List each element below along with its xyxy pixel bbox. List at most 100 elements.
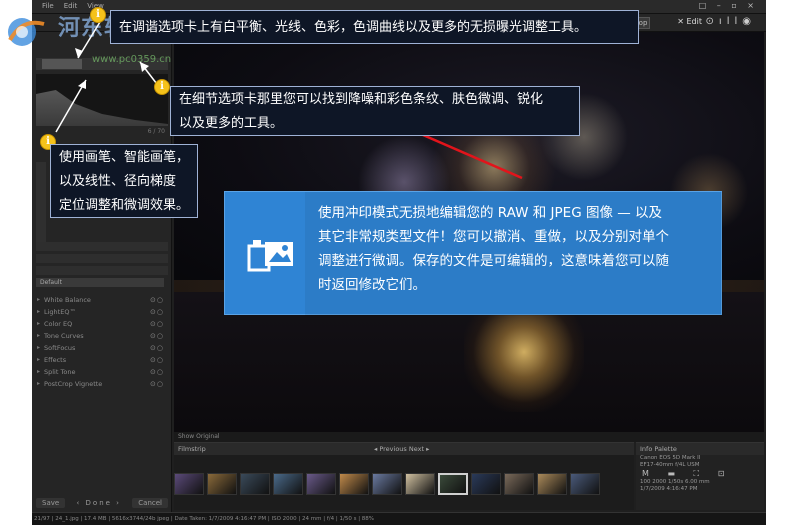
expand-arrow-icon: ▸ [37, 332, 41, 339]
section-toggle-icon[interactable]: ⊙○ [150, 330, 164, 342]
edit-mode-label: Edit [686, 17, 703, 26]
section-toggle-icon[interactable]: ⊙○ [150, 306, 164, 318]
edit-mode-button[interactable]: ✕ Edit [677, 17, 702, 26]
panel-actions: Save ‹ Done › Cancel [36, 496, 168, 510]
section-label: Tone Curves [44, 332, 84, 340]
section-softfocus[interactable]: ▸ SoftFocus ⊙○ [36, 342, 168, 354]
adjust-sections: ▸ White Balance ⊙○ ▸ LightEQ™ ⊙○ ▸ Color EQ ⊙○… [36, 294, 168, 390]
expand-arrow-icon: ▸ [37, 296, 41, 303]
section-toggle-icon[interactable]: ⊙○ [150, 294, 164, 306]
callout-brush-line: 定位调整和微调效果。 [59, 198, 190, 213]
callout-tune: 在调谐选项卡上有白平衡、光线、色彩，色调曲线以及更多的无损曝光调整工具。 [110, 10, 639, 44]
histogram-icon[interactable]: ıll [719, 16, 742, 27]
section-label: White Balance [44, 296, 91, 304]
info-marker-icon: i [90, 7, 106, 23]
section-toggle-icon[interactable]: ⊙○ [150, 342, 164, 354]
expand-arrow-icon: ▸ [37, 368, 41, 375]
site-logo-icon [8, 18, 45, 46]
develop-text-line: 其它非常规类型文件！您可以撤消、重做，以及分别对单个 [318, 229, 669, 245]
section-color-eq[interactable]: ▸ Color EQ ⊙○ [36, 318, 168, 330]
section-tone-curves[interactable]: ▸ Tone Curves ⊙○ [36, 330, 168, 342]
expand-arrow-icon: ▸ [37, 356, 41, 363]
filmstrip-thumbnail[interactable] [438, 473, 468, 495]
window-controls[interactable]: □ – ▫ × [699, 1, 758, 10]
adjust-row[interactable] [36, 242, 168, 251]
histogram-fill [36, 90, 168, 126]
info-date: 1/7/2009 4:16:47 PM [640, 486, 698, 492]
filmstrip: Filmstrip ◂ Previous Next ▸ [174, 442, 634, 510]
filmstrip-thumbnail[interactable] [240, 473, 270, 495]
menu-file[interactable]: File [42, 2, 54, 10]
section-split-tone[interactable]: ▸ Split Tone ⊙○ [36, 366, 168, 378]
filmstrip-thumbnail[interactable] [306, 473, 336, 495]
status-bar: 21/97 | 24_1.jpg | 17.4 MB | 5616x3744/2… [32, 512, 766, 525]
filmstrip-nav[interactable]: ◂ Previous Next ▸ [374, 443, 429, 455]
done-nav[interactable]: ‹ Done › [76, 499, 120, 507]
section-toggle-icon[interactable]: ⊙○ [150, 378, 164, 390]
cancel-button[interactable]: Cancel [132, 498, 168, 508]
section-label: Split Tone [44, 368, 76, 376]
develop-text-line: 时返回修改它们。 [318, 277, 426, 293]
filmstrip-thumbnail[interactable] [537, 473, 567, 495]
gauge-icon[interactable]: ⊙ [706, 16, 719, 27]
water-reflection [464, 312, 584, 412]
develop-photos-icon [247, 240, 293, 272]
section-toggle-icon[interactable]: ⊙○ [150, 354, 164, 366]
histogram-label: 6 / 70 [147, 128, 165, 135]
info-camera: Canon EOS 5D Mark II [640, 455, 701, 461]
filmstrip-thumbnail[interactable] [471, 473, 501, 495]
thumbnail-row [174, 473, 600, 495]
develop-mode-panel: 使用冲印模式无损地编辑您的 RAW 和 JPEG 图像 — 以及 其它非常规类型… [224, 191, 723, 316]
section-label: SoftFocus [44, 344, 76, 352]
show-original-toggle[interactable]: Show Original [174, 432, 764, 442]
adjust-row[interactable] [36, 254, 168, 263]
filmstrip-title: Filmstrip [178, 445, 206, 453]
menu-edit[interactable]: Edit [64, 2, 78, 10]
done-button[interactable]: Done [86, 499, 112, 507]
callout-brush: 使用画笔、智能画笔， 以及线性、径向梯度 定位调整和微调效果。 [50, 144, 198, 218]
section-effects[interactable]: ▸ Effects ⊙○ [36, 354, 168, 366]
tune-tab[interactable] [42, 59, 82, 69]
develop-text-line: 使用冲印模式无损地编辑您的 RAW 和 JPEG 图像 — 以及 [318, 205, 663, 221]
filmstrip-thumbnail[interactable] [405, 473, 435, 495]
develop-text-line: 调整进行微调。保存的文件是可编辑的，这意味着您可以随 [318, 253, 669, 269]
callout-detail-line: 在细节选项卡那里您可以找到降噪和彩色条纹、肤色微调、锐化 [179, 92, 544, 107]
section-white-balance[interactable]: ▸ White Balance ⊙○ [36, 294, 168, 306]
info-lens: EF17-40mm f/4L USM [640, 462, 700, 468]
section-lighteq[interactable]: ▸ LightEQ™ ⊙○ [36, 306, 168, 318]
save-button[interactable]: Save [36, 498, 66, 508]
section-postcrop-vignette[interactable]: ▸ PostCrop Vignette ⊙○ [36, 378, 168, 390]
filmstrip-thumbnail[interactable] [174, 473, 204, 495]
eye-icon[interactable]: ◉ [742, 16, 756, 27]
section-label: PostCrop Vignette [44, 380, 103, 388]
info-mode-icons: M ▬ ⛶ ⊡ [642, 469, 733, 478]
expand-arrow-icon: ▸ [37, 380, 41, 387]
section-label: Effects [44, 356, 67, 364]
section-toggle-icon[interactable]: ⊙○ [150, 318, 164, 330]
filmstrip-thumbnail[interactable] [207, 473, 237, 495]
develop-left-panel: 6 / 70 Default ▸ White Balance ⊙○ ▸ LightEQ… [32, 32, 172, 525]
section-toggle-icon[interactable]: ⊙○ [150, 366, 164, 378]
info-palette: Info Palette Canon EOS 5D Mark II EF17-4… [636, 442, 764, 510]
info-exposure: 100 2000 1/50s 6.00 mm [640, 479, 710, 485]
callout-brush-line: 使用画笔、智能画笔， [59, 150, 190, 165]
toolbar-icons[interactable]: ⊙ıll◉ [706, 16, 756, 27]
preset-select[interactable]: Default [36, 278, 164, 287]
filmstrip-thumbnail[interactable] [339, 473, 369, 495]
expand-arrow-icon: ▸ [37, 308, 41, 315]
expand-arrow-icon: ▸ [37, 344, 41, 351]
histogram [36, 74, 168, 126]
tool-strip[interactable] [36, 162, 46, 242]
expand-arrow-icon: ▸ [37, 320, 41, 327]
section-label: Color EQ [44, 320, 73, 328]
develop-mode-description: 使用冲印模式无损地编辑您的 RAW 和 JPEG 图像 — 以及 其它非常规类型… [318, 201, 716, 297]
filmstrip-header: Filmstrip ◂ Previous Next ▸ [174, 443, 634, 455]
callout-detail-line: 以及更多的工具。 [179, 116, 284, 131]
callout-detail: 在细节选项卡那里您可以找到降噪和彩色条纹、肤色微调、锐化 以及更多的工具。 [170, 86, 580, 136]
filmstrip-thumbnail[interactable] [372, 473, 402, 495]
section-label: LightEQ™ [44, 308, 76, 316]
filmstrip-thumbnail[interactable] [273, 473, 303, 495]
filmstrip-thumbnail[interactable] [570, 473, 600, 495]
filmstrip-thumbnail[interactable] [504, 473, 534, 495]
adjust-row[interactable] [36, 266, 168, 275]
